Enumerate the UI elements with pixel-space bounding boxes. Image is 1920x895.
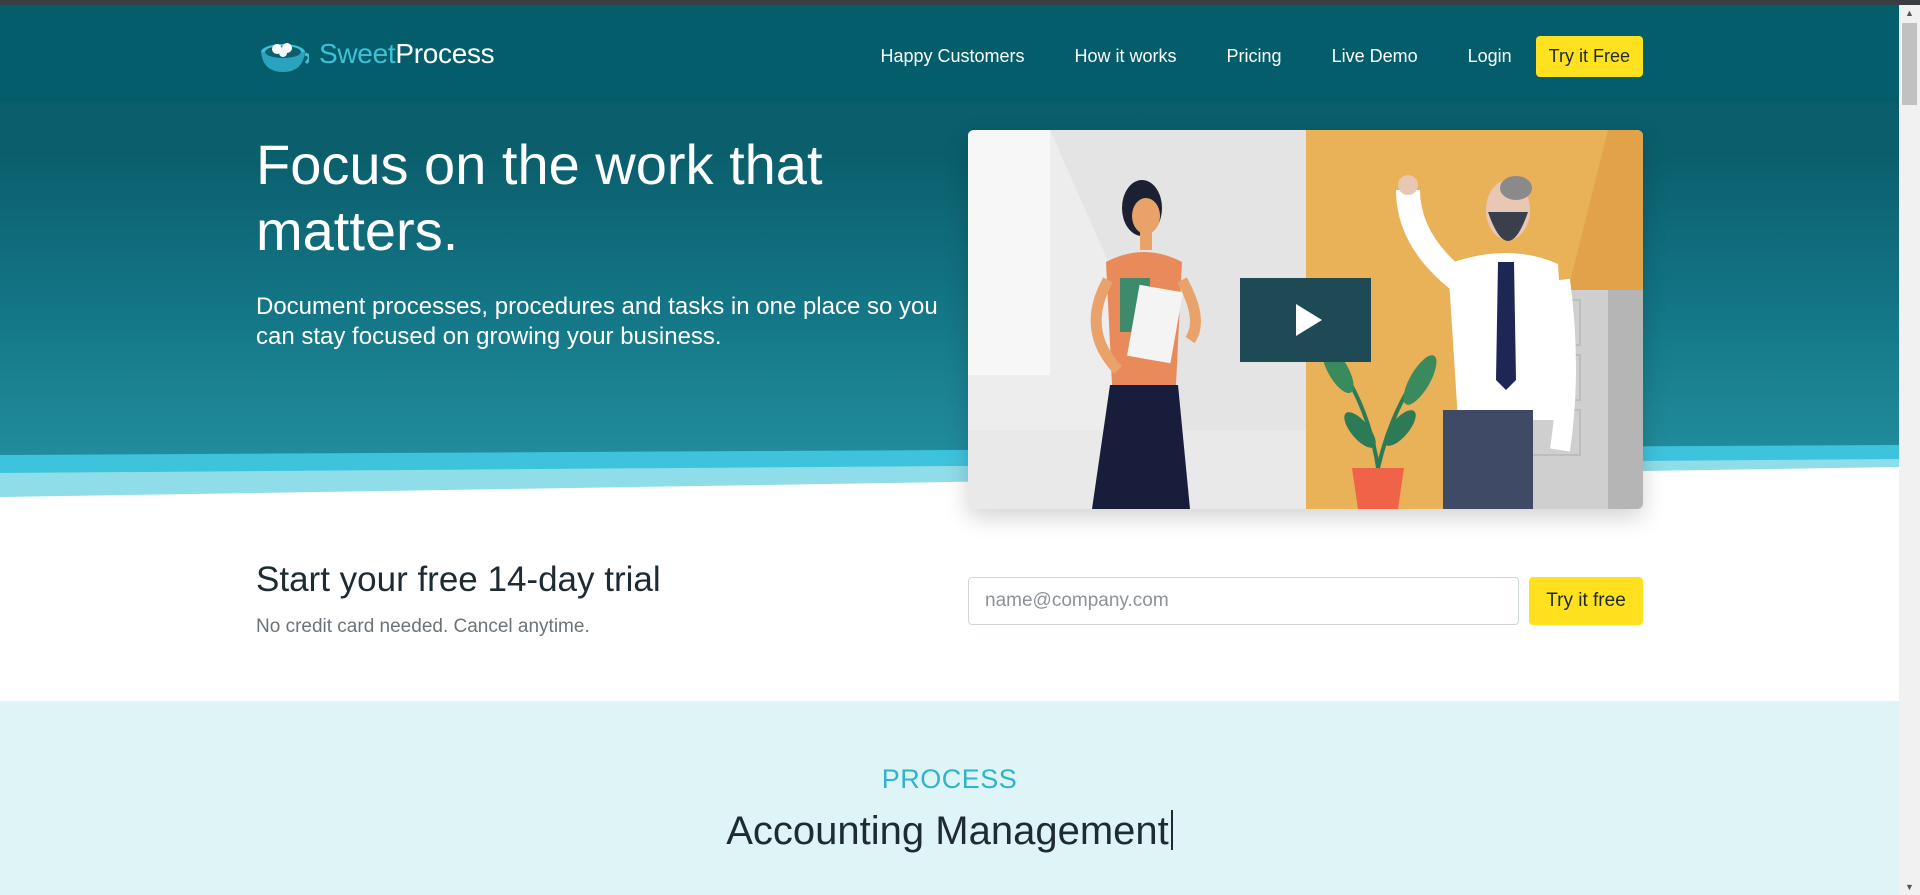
try-it-free-nav-button[interactable]: Try it Free — [1535, 36, 1643, 77]
brand-name-sweet: Sweet — [319, 38, 396, 69]
nav-happy-customers[interactable]: Happy Customers — [880, 46, 1024, 67]
process-title-wrap: Accounting Management — [0, 809, 1899, 854]
nav-login[interactable]: Login — [1468, 46, 1512, 67]
typing-caret — [1170, 810, 1173, 850]
scroll-up-arrow-icon[interactable]: ▲ — [1899, 5, 1920, 21]
email-input[interactable] — [968, 577, 1519, 625]
nav-pricing[interactable]: Pricing — [1227, 46, 1282, 67]
process-title: Accounting Management — [726, 809, 1169, 853]
hero-title: Focus on the work that matters. — [256, 133, 823, 262]
scrollbar-thumb[interactable] — [1902, 23, 1917, 105]
brand-logo[interactable]: SweetProcess — [257, 32, 495, 76]
teacup-icon — [261, 43, 309, 72]
video-player[interactable] — [968, 130, 1643, 509]
trial-note: No credit card needed. Cancel anytime. — [256, 616, 590, 637]
nav-live-demo[interactable]: Live Demo — [1332, 46, 1418, 67]
scroll-down-arrow-icon[interactable]: ▼ — [1899, 879, 1920, 895]
brand-name-process: Process — [395, 38, 495, 69]
main-nav: Happy Customers How it works Pricing Liv… — [830, 36, 1643, 77]
brand-name: SweetProcess — [319, 38, 495, 70]
hero-subtitle: Document processes, procedures and tasks… — [256, 293, 938, 350]
process-kicker: PROCESS — [881, 764, 1018, 794]
try-it-free-button[interactable]: Try it free — [1529, 577, 1643, 625]
process-section: PROCESS Accounting Management — [0, 701, 1899, 895]
nav-how-it-works[interactable]: How it works — [1075, 46, 1177, 67]
play-icon — [1295, 304, 1322, 336]
trial-title: Start your free 14-day trial — [256, 560, 661, 599]
play-button[interactable] — [1240, 278, 1371, 362]
page-scrollbar[interactable]: ▲ ▼ — [1899, 5, 1920, 895]
